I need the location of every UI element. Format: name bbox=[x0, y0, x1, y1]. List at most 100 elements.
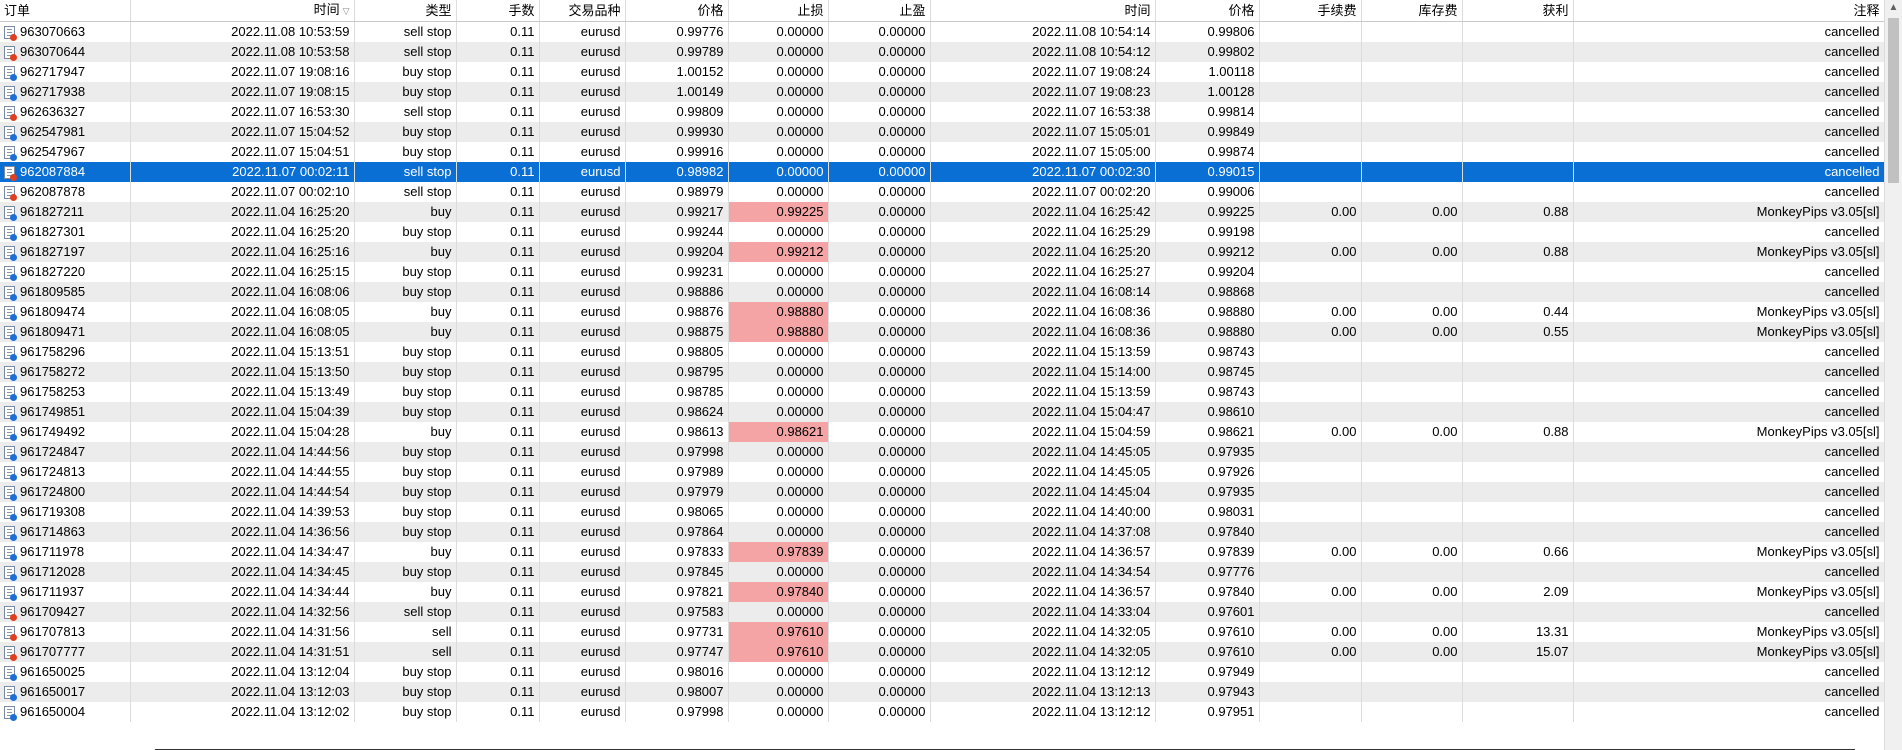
column-header-open-price[interactable]: 价格 bbox=[625, 0, 729, 22]
table-row[interactable]: 961709427 2022.11.04 14:32:56 sell stop 0.1… bbox=[0, 602, 1884, 622]
table-row[interactable]: 961827197 2022.11.04 16:25:16 buy 0.11 eurus… bbox=[0, 242, 1884, 262]
column-header-commission[interactable]: 手续费 bbox=[1259, 0, 1362, 22]
table-row[interactable]: 962717947 2022.11.07 19:08:16 buy stop 0.11… bbox=[0, 62, 1884, 82]
table-row[interactable]: 961707777 2022.11.04 14:31:51 sell 0.11 euru… bbox=[0, 642, 1884, 662]
table-row[interactable]: 961749492 2022.11.04 15:04:28 buy 0.11 eurus… bbox=[0, 422, 1884, 442]
table-row[interactable]: 962087878 2022.11.07 00:02:10 sell stop 0.1… bbox=[0, 182, 1884, 202]
column-header-open-time[interactable]: 时间 ▽ bbox=[130, 0, 355, 22]
column-header-take-profit[interactable]: 止盈 bbox=[828, 0, 931, 22]
cell-profit: 15.07 bbox=[1462, 642, 1574, 662]
table-row[interactable]: 961719308 2022.11.04 14:39:53 buy stop 0.11… bbox=[0, 502, 1884, 522]
column-header-swap[interactable]: 库存费 bbox=[1361, 0, 1463, 22]
table-row[interactable]: 961827220 2022.11.04 16:25:15 buy stop 0.11… bbox=[0, 262, 1884, 282]
order-document-icon bbox=[4, 486, 17, 502]
cell-order-type: buy stop bbox=[354, 122, 457, 142]
table-row[interactable]: 961711937 2022.11.04 14:34:44 buy 0.11 eurus… bbox=[0, 582, 1884, 602]
cell-commission: 0.00 bbox=[1259, 302, 1362, 322]
cell-volume: 0.11 bbox=[456, 562, 540, 582]
cell-swap: 0.00 bbox=[1361, 422, 1463, 442]
table-row[interactable]: 961707813 2022.11.04 14:31:56 sell 0.11 euru… bbox=[0, 622, 1884, 642]
cell-order-type: buy stop bbox=[354, 62, 457, 82]
column-header-symbol[interactable]: 交易品种 bbox=[539, 0, 626, 22]
column-header-stop-loss[interactable]: 止损 bbox=[728, 0, 829, 22]
table-row[interactable]: 963070663 2022.11.08 10:53:59 sell stop 0.1… bbox=[0, 21, 1884, 42]
table-row[interactable]: 961714863 2022.11.04 14:36:56 buy stop 0.11… bbox=[0, 522, 1884, 542]
cell-open-time: 2022.11.04 14:31:56 bbox=[130, 622, 355, 642]
column-header-comment[interactable]: 注释 bbox=[1573, 0, 1884, 22]
cell-commission: 0.00 bbox=[1259, 582, 1362, 602]
table-row[interactable]: 961827301 2022.11.04 16:25:20 buy stop 0.11… bbox=[0, 222, 1884, 242]
table-row[interactable]: 961712028 2022.11.04 14:34:45 buy stop 0.11… bbox=[0, 562, 1884, 582]
column-header-order[interactable]: 订单 bbox=[0, 0, 131, 22]
column-header-close-price[interactable]: 价格 bbox=[1155, 0, 1260, 22]
cell-comment: MonkeyPips v3.05[sl] bbox=[1573, 202, 1884, 222]
cell-order-type: sell stop bbox=[354, 21, 457, 42]
table-row[interactable]: 961809585 2022.11.04 16:08:06 buy stop 0.11… bbox=[0, 282, 1884, 302]
cell-open-price: 0.98875 bbox=[625, 322, 729, 342]
column-header-close-time[interactable]: 时间 bbox=[930, 0, 1156, 22]
cell-commission bbox=[1259, 362, 1362, 382]
cell-comment: cancelled bbox=[1573, 222, 1884, 242]
cell-symbol: eurusd bbox=[539, 262, 626, 282]
table-row[interactable]: 962636327 2022.11.07 16:53:30 sell stop 0.1… bbox=[0, 102, 1884, 122]
order-document-icon bbox=[4, 46, 17, 62]
cell-order-type: buy stop bbox=[354, 562, 457, 582]
table-row[interactable]: 961758272 2022.11.04 15:13:50 buy stop 0.11… bbox=[0, 362, 1884, 382]
cell-close-time: 2022.11.04 16:25:20 bbox=[930, 242, 1156, 262]
table-row[interactable]: 961758296 2022.11.04 15:13:51 buy stop 0.11… bbox=[0, 342, 1884, 362]
cell-order-type: sell stop bbox=[354, 602, 457, 622]
table-row[interactable]: 961827211 2022.11.04 16:25:20 buy 0.11 eurus… bbox=[0, 202, 1884, 222]
cell-symbol: eurusd bbox=[539, 542, 626, 562]
cell-order-type: buy stop bbox=[354, 662, 457, 682]
cell-close-price: 0.99849 bbox=[1155, 122, 1260, 142]
order-document-icon bbox=[4, 186, 17, 202]
table-row[interactable]: 961809474 2022.11.04 16:08:05 buy 0.11 eurus… bbox=[0, 302, 1884, 322]
table-row[interactable]: 961749851 2022.11.04 15:04:39 buy stop 0.11… bbox=[0, 402, 1884, 422]
cell-close-time: 2022.11.07 00:02:20 bbox=[930, 182, 1156, 202]
table-row[interactable]: 961650004 2022.11.04 13:12:02 buy stop 0.11… bbox=[0, 702, 1884, 722]
order-document-icon bbox=[4, 646, 17, 662]
table-row[interactable]: 961809471 2022.11.04 16:08:05 buy 0.11 eurus… bbox=[0, 322, 1884, 342]
cell-profit bbox=[1462, 222, 1574, 242]
cell-order-type: buy bbox=[354, 302, 457, 322]
table-row[interactable]: 961724800 2022.11.04 14:44:54 buy stop 0.11… bbox=[0, 482, 1884, 502]
column-header-type[interactable]: 类型 bbox=[354, 0, 457, 22]
cell-commission: 0.00 bbox=[1259, 322, 1362, 342]
cell-commission bbox=[1259, 602, 1362, 622]
cell-open-price: 0.98982 bbox=[625, 162, 729, 182]
table-row[interactable]: 962547981 2022.11.07 15:04:52 buy stop 0.11… bbox=[0, 122, 1884, 142]
cell-open-time: 2022.11.04 14:31:51 bbox=[130, 642, 355, 662]
table-row[interactable]: 962717938 2022.11.07 19:08:15 buy stop 0.11… bbox=[0, 82, 1884, 102]
table-row[interactable]: 962547967 2022.11.07 15:04:51 buy stop 0.11… bbox=[0, 142, 1884, 162]
vertical-scrollbar[interactable]: ▲ bbox=[1884, 0, 1902, 750]
cell-order-type: sell stop bbox=[354, 182, 457, 202]
table-row[interactable]: 962087884 2022.11.07 00:02:11 sell stop 0.1… bbox=[0, 162, 1884, 182]
scroll-up-arrow-icon[interactable]: ▲ bbox=[1885, 2, 1902, 13]
table-row[interactable]: 963070644 2022.11.08 10:53:58 sell stop 0.1… bbox=[0, 42, 1884, 62]
cell-close-price: 0.97943 bbox=[1155, 682, 1260, 702]
cell-close-time: 2022.11.04 14:40:00 bbox=[930, 502, 1156, 522]
cell-take-profit: 0.00000 bbox=[828, 442, 931, 462]
cell-symbol: eurusd bbox=[539, 62, 626, 82]
cell-open-price: 1.00152 bbox=[625, 62, 729, 82]
table-row[interactable]: 961650025 2022.11.04 13:12:04 buy stop 0.11… bbox=[0, 662, 1884, 682]
table-row[interactable]: 961758253 2022.11.04 15:13:49 buy stop 0.11… bbox=[0, 382, 1884, 402]
cell-stop-loss: 0.00000 bbox=[728, 362, 829, 382]
table-row[interactable]: 961650017 2022.11.04 13:12:03 buy stop 0.11… bbox=[0, 682, 1884, 702]
cell-volume: 0.11 bbox=[456, 622, 540, 642]
scrollbar-thumb[interactable] bbox=[1888, 18, 1899, 183]
column-header-volume[interactable]: 手数 bbox=[456, 0, 540, 22]
table-row[interactable]: 961711978 2022.11.04 14:34:47 buy 0.11 eurus… bbox=[0, 542, 1884, 562]
cell-profit: 0.88 bbox=[1462, 242, 1574, 262]
cell-take-profit: 0.00000 bbox=[828, 662, 931, 682]
order-document-icon bbox=[4, 326, 17, 342]
table-row[interactable]: 961724813 2022.11.04 14:44:55 buy stop 0.11… bbox=[0, 462, 1884, 482]
column-header-profit[interactable]: 获利 bbox=[1462, 0, 1574, 22]
cell-order-id: 961758253 bbox=[0, 382, 131, 402]
cell-symbol: eurusd bbox=[539, 82, 626, 102]
cell-order-type: buy stop bbox=[354, 482, 457, 502]
cell-order-type: buy stop bbox=[354, 342, 457, 362]
cell-symbol: eurusd bbox=[539, 242, 626, 262]
table-row[interactable]: 961724847 2022.11.04 14:44:56 buy stop 0.11… bbox=[0, 442, 1884, 462]
cell-take-profit: 0.00000 bbox=[828, 162, 931, 182]
